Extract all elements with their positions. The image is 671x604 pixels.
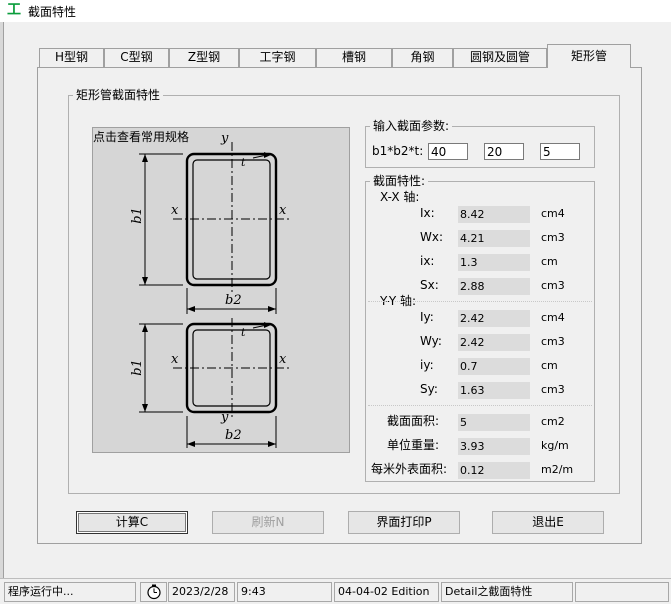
unit-weight-unit: kg/m (541, 439, 569, 452)
status-message: 程序运行中... (4, 582, 136, 602)
area-value: 5 (458, 414, 530, 431)
tab-label: C型钢 (120, 50, 153, 64)
wx-label: Wx: (420, 230, 444, 244)
app-icon: 工 (7, 2, 21, 18)
b2-symbol-bottom: b2 (225, 428, 242, 443)
section-drawing[interactable]: y t x x b1 b2 t x x b1 y b2 (92, 127, 350, 453)
tab-label: 矩形管 (570, 49, 607, 63)
calculate-button[interactable]: 计算C (76, 511, 188, 534)
b1-input[interactable] (428, 143, 468, 160)
sx-value: 2.88 (458, 278, 530, 295)
properties-group-title: 截面特性: (370, 174, 429, 188)
parent-window-edge (0, 22, 4, 578)
sy-value: 1.63 (458, 382, 530, 399)
tab-c-steel[interactable]: C型钢 (104, 48, 169, 67)
iy-moment-label: Iy: (420, 310, 434, 324)
b1-symbol-bottom: b1 (129, 359, 145, 376)
tab-rect-tube[interactable]: 矩形管 (547, 44, 631, 68)
unit-weight-label: 单位重量: (387, 438, 440, 452)
print-button[interactable]: 界面打印P (348, 511, 460, 534)
param-label: b1*b2*t: (372, 144, 424, 158)
status-empty-pane (575, 582, 669, 602)
tab-round[interactable]: 圆钢及圆管 (453, 48, 547, 67)
b2-symbol-top: b2 (225, 293, 242, 308)
tab-label: Z型钢 (187, 50, 221, 64)
x-axis-symbol-right-bottom: x (279, 352, 287, 367)
button-label: 刷新N (251, 515, 285, 529)
status-context: Detail之截面特性 (441, 582, 573, 602)
iy-moment-value: 2.42 (458, 310, 530, 327)
iy-radius-unit: cm (541, 359, 558, 372)
unit-weight-value: 3.93 (458, 438, 530, 455)
tab-z-steel[interactable]: Z型钢 (169, 48, 239, 67)
sy-unit: cm3 (541, 383, 565, 396)
clock-icon (140, 582, 167, 602)
t-symbol-top: t (241, 156, 246, 169)
refresh-button[interactable]: 刷新N (212, 511, 324, 534)
status-time: 9:43 (237, 582, 332, 602)
sy-label: Sy: (420, 382, 438, 396)
t-input[interactable] (540, 143, 580, 160)
summary-separator (368, 405, 592, 406)
title-bar (0, 0, 671, 22)
tab-i-beam[interactable]: 工字钢 (239, 48, 316, 67)
exit-button[interactable]: 退出E (492, 511, 604, 534)
iy-radius-value: 0.7 (458, 358, 530, 375)
ix-radius-value: 1.3 (458, 254, 530, 271)
b2-input[interactable] (484, 143, 524, 160)
axis-separator (368, 301, 592, 302)
ix-moment-value: 8.42 (458, 206, 530, 223)
tab-channel[interactable]: 槽钢 (316, 48, 392, 67)
wy-label: Wy: (420, 334, 442, 348)
section-title: 矩形管截面特性 (73, 88, 164, 102)
xx-axis-label: X-X 轴: (380, 190, 420, 204)
surface-area-label: 每米外表面积: (371, 462, 448, 476)
iy-moment-unit: cm4 (541, 311, 565, 324)
sx-label: Sx: (420, 278, 439, 292)
y-axis-symbol-bottom: y (221, 410, 229, 425)
wy-unit: cm3 (541, 335, 565, 348)
surface-area-unit: m2/m (541, 463, 574, 476)
status-date: 2023/2/28 (168, 582, 235, 602)
b1-symbol-top: b1 (129, 207, 145, 224)
sx-unit: cm3 (541, 279, 565, 292)
ix-moment-unit: cm4 (541, 207, 565, 220)
clock-icon-glyph (146, 584, 161, 600)
tab-label: 槽钢 (341, 50, 366, 64)
tab-angle[interactable]: 角钢 (392, 48, 453, 67)
area-label: 截面面积: (387, 414, 440, 428)
x-axis-symbol-left-bottom: x (171, 352, 179, 367)
drawing-hint-label: 点击查看常用规格 (93, 130, 190, 144)
button-label: 退出E (532, 515, 564, 529)
area-unit: cm2 (541, 415, 565, 428)
surface-area-value: 0.12 (458, 462, 530, 479)
wx-unit: cm3 (541, 231, 565, 244)
ix-radius-unit: cm (541, 255, 558, 268)
wy-value: 2.42 (458, 334, 530, 351)
wx-value: 4.21 (458, 230, 530, 247)
tab-h-steel[interactable]: H型钢 (39, 48, 104, 67)
input-group-title: 输入截面参数: (370, 119, 453, 133)
rect-tube-diagram (139, 142, 290, 448)
button-label: 计算C (115, 515, 149, 529)
y-axis-symbol-top: y (221, 131, 229, 146)
window-title: 截面特性 (28, 5, 77, 19)
ix-moment-label: Ix: (420, 206, 435, 220)
iy-radius-label: iy: (420, 358, 434, 372)
tab-label: 圆钢及圆管 (469, 50, 530, 64)
tab-label: H型钢 (54, 50, 89, 64)
ix-radius-label: ix: (420, 254, 435, 268)
x-axis-symbol-right-top: x (279, 203, 287, 218)
tab-label: 工字钢 (259, 50, 296, 64)
button-label: 界面打印P (376, 515, 432, 529)
x-axis-symbol-left-top: x (171, 203, 179, 218)
tab-label: 角钢 (410, 50, 435, 64)
status-edition: 04-04-02 Edition (334, 582, 439, 602)
t-symbol-bottom: t (241, 326, 246, 339)
